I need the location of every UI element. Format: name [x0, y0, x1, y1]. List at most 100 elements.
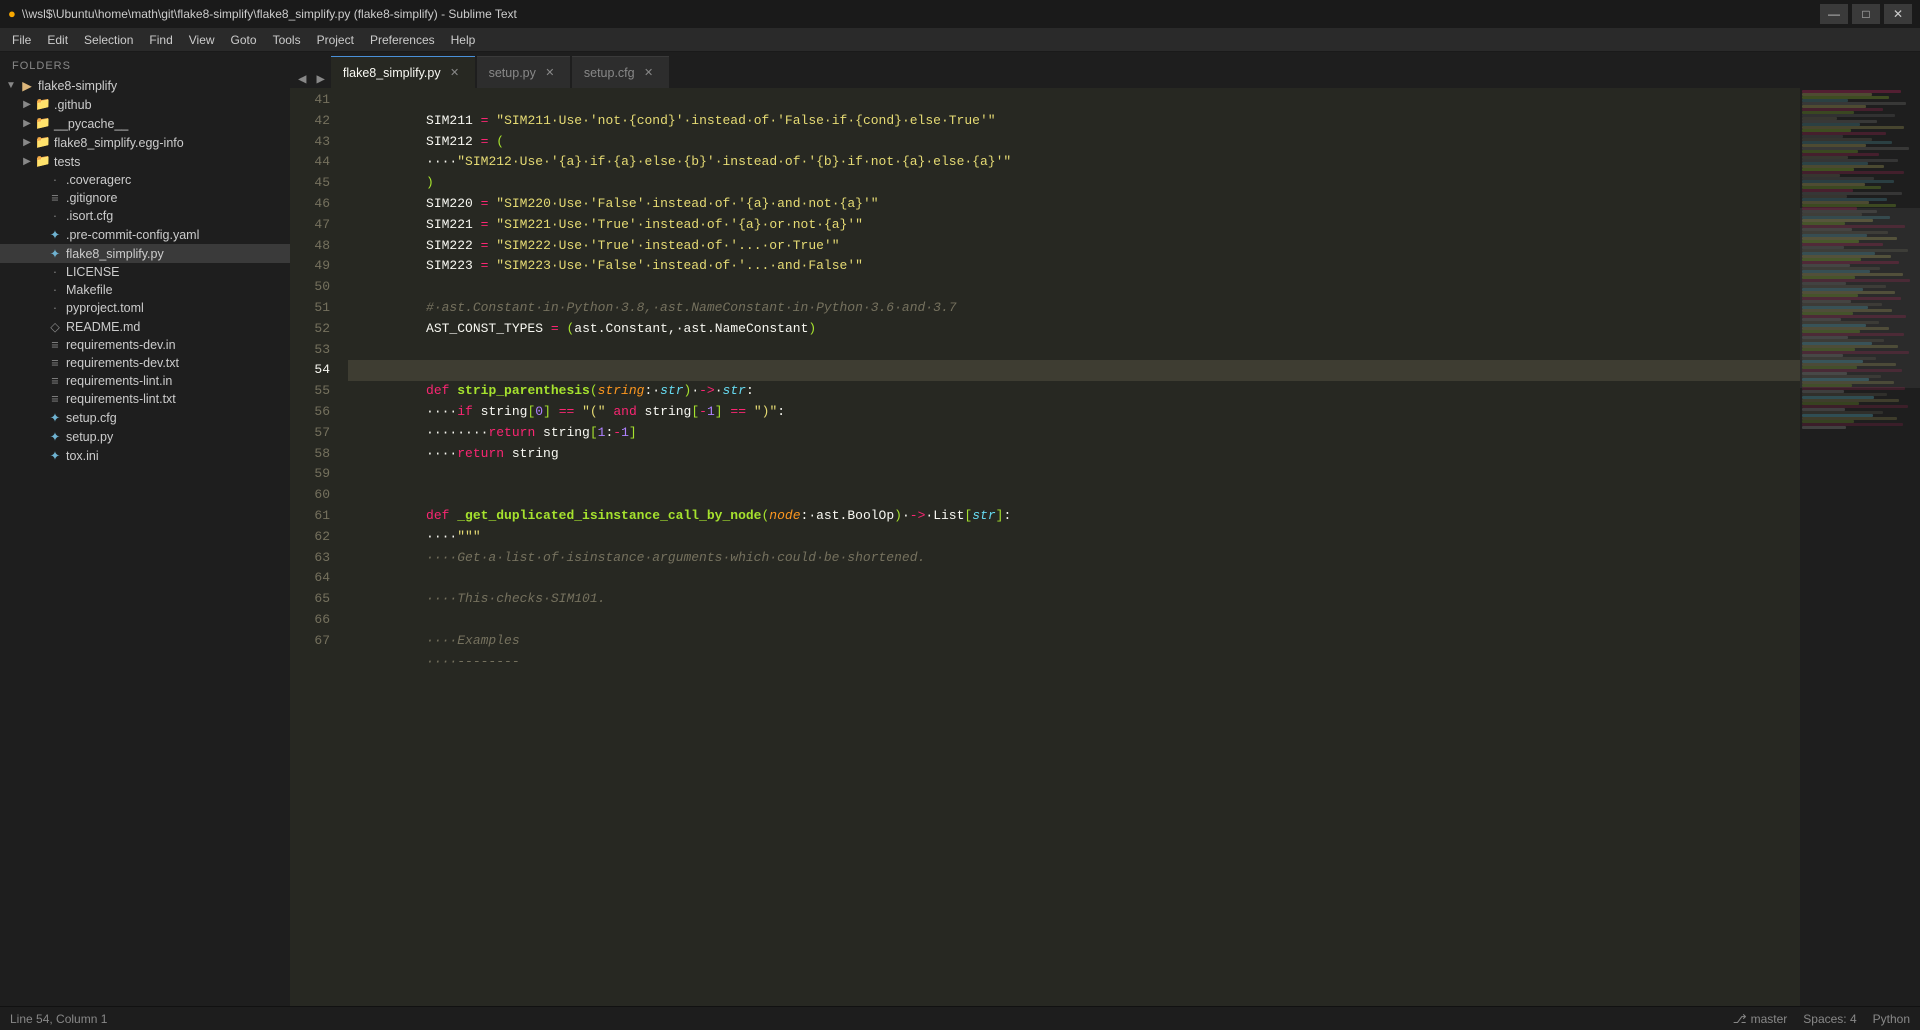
close-button[interactable]: ✕	[1884, 4, 1912, 24]
file-icon: ≡	[46, 338, 64, 352]
sidebar-item-label: pyproject.toml	[66, 301, 290, 315]
code-line-67: ····--------	[348, 631, 1800, 652]
sidebar-item-label: tests	[54, 155, 290, 169]
sidebar-item-label: setup.cfg	[66, 411, 290, 425]
file-icon: ✦	[46, 246, 64, 261]
sidebar-item-flake8-simplify[interactable]: ▼ ▶ flake8-simplify	[0, 76, 290, 95]
tab-setup-cfg[interactable]: setup.cfg ✕	[572, 56, 669, 88]
menu-tools[interactable]: Tools	[265, 31, 309, 49]
sidebar-item-label: .github	[54, 98, 290, 112]
code-line-41: SIM211 = "SIM211·Use·'not·{cond}'·instea…	[348, 90, 1800, 111]
code-line-54: def strip_parenthesis(string:·str)·->·st…	[348, 360, 1800, 381]
sidebar-item-label: tox.ini	[66, 449, 290, 463]
code-line-43: ····"SIM212·Use·'{a}·if·{a}·else·{b}'·in…	[348, 132, 1800, 153]
minimize-button[interactable]: —	[1820, 4, 1848, 24]
statusbar-line-col[interactable]: Line 54, Column 1	[10, 1012, 107, 1026]
main-area: FOLDERS ▼ ▶ flake8-simplify ▶ 📁 .github …	[0, 52, 1920, 1006]
sidebar-item-readme[interactable]: ◇ README.md	[0, 317, 290, 336]
maximize-button[interactable]: □	[1852, 4, 1880, 24]
sidebar-item-makefile[interactable]: · Makefile	[0, 281, 290, 299]
sidebar-item-coveragerc[interactable]: · .coveragerc	[0, 171, 290, 189]
code-line-58	[348, 444, 1800, 465]
statusbar-language[interactable]: Python	[1873, 1012, 1910, 1026]
sidebar-item-tests[interactable]: ▶ 📁 tests	[0, 152, 290, 171]
tab-nav-next[interactable]: ▶	[312, 71, 328, 88]
sidebar-item-label: requirements-dev.txt	[66, 356, 290, 370]
tab-label: setup.py	[489, 66, 536, 80]
menu-selection[interactable]: Selection	[76, 31, 141, 49]
line-num-66: 66	[290, 610, 330, 631]
minimap	[1800, 88, 1920, 1006]
sidebar-item-setup-cfg[interactable]: ✦ setup.cfg	[0, 408, 290, 427]
sidebar-item-req-lint[interactable]: ≡ requirements-lint.in	[0, 372, 290, 390]
sidebar-item-flake8simplify-py[interactable]: ✦ flake8_simplify.py	[0, 244, 290, 263]
line-num-54: 54	[290, 360, 330, 381]
tab-setup-py[interactable]: setup.py ✕	[477, 56, 570, 88]
file-icon: ≡	[46, 191, 64, 205]
sidebar-item-precommit[interactable]: ✦ .pre-commit-config.yaml	[0, 225, 290, 244]
line-num-42: 42	[290, 111, 330, 132]
sidebar-item-label: requirements-lint.in	[66, 374, 290, 388]
expand-arrow: ▶	[20, 118, 34, 129]
editor[interactable]: 41 42 43 44 45 46 47 48 49 50 51 52 53 5…	[290, 88, 1920, 1006]
line-num-47: 47	[290, 215, 330, 236]
code-line-60: def _get_duplicated_isinstance_call_by_n…	[348, 485, 1800, 506]
file-icon: ✦	[46, 410, 64, 425]
line-num-56: 56	[290, 402, 330, 423]
sidebar-item-label: setup.py	[66, 430, 290, 444]
sidebar-item-license[interactable]: · LICENSE	[0, 263, 290, 281]
sidebar-item-label: .coveragerc	[66, 173, 290, 187]
sidebar-item-label: .gitignore	[66, 191, 290, 205]
sidebar-item-req-dev-txt[interactable]: ≡ requirements-dev.txt	[0, 354, 290, 372]
menu-edit[interactable]: Edit	[39, 31, 76, 49]
file-icon: ✦	[46, 429, 64, 444]
menu-view[interactable]: View	[181, 31, 223, 49]
statusbar-spaces[interactable]: Spaces: 4	[1803, 1012, 1856, 1026]
menu-find[interactable]: Find	[141, 31, 180, 49]
tab-close-icon[interactable]: ✕	[542, 65, 558, 81]
sidebar-item-egg-info[interactable]: ▶ 📁 flake8_simplify.egg-info	[0, 133, 290, 152]
menu-help[interactable]: Help	[443, 31, 484, 49]
file-icon: ✦	[46, 448, 64, 463]
sidebar-item-label: flake8_simplify.py	[66, 247, 290, 261]
menubar: File Edit Selection Find View Goto Tools…	[0, 28, 1920, 52]
app-icon: ●	[8, 7, 16, 22]
code-area[interactable]: SIM211 = "SIM211·Use·'not·{cond}'·instea…	[338, 88, 1800, 1006]
titlebar-left: ● \\wsl$\Ubuntu\home\math\git\flake8-sim…	[8, 7, 517, 22]
statusbar-right: ⎇ master Spaces: 4 Python	[1733, 1012, 1910, 1026]
menu-preferences[interactable]: Preferences	[362, 31, 443, 49]
line-num-63: 63	[290, 548, 330, 569]
sidebar-item-setup-py[interactable]: ✦ setup.py	[0, 427, 290, 446]
line-num-62: 62	[290, 527, 330, 548]
tab-nav-prev[interactable]: ◀	[294, 71, 310, 88]
code-line-64: ····This·checks·SIM101.	[348, 568, 1800, 589]
menu-goto[interactable]: Goto	[223, 31, 265, 49]
file-icon: ·	[46, 301, 64, 315]
expand-arrow: ▶	[20, 137, 34, 148]
folder-icon: 📁	[34, 154, 52, 169]
sidebar-item-github[interactable]: ▶ 📁 .github	[0, 95, 290, 114]
file-icon: ≡	[46, 392, 64, 406]
statusbar-git-branch[interactable]: ⎇ master	[1733, 1012, 1788, 1026]
line-num-44: 44	[290, 152, 330, 173]
sidebar-item-gitignore[interactable]: ≡ .gitignore	[0, 189, 290, 207]
folder-icon: 📁	[34, 116, 52, 131]
sidebar-item-tox[interactable]: ✦ tox.ini	[0, 446, 290, 465]
sidebar-item-req-dev[interactable]: ≡ requirements-dev.in	[0, 336, 290, 354]
line-num-49: 49	[290, 256, 330, 277]
menu-project[interactable]: Project	[309, 31, 362, 49]
sidebar-item-pycache[interactable]: ▶ 📁 __pycache__	[0, 114, 290, 133]
tab-close-icon[interactable]: ✕	[641, 65, 657, 81]
statusbar-left: Line 54, Column 1	[10, 1012, 107, 1026]
tab-close-icon[interactable]: ✕	[447, 65, 463, 81]
sidebar-item-pyproject[interactable]: · pyproject.toml	[0, 299, 290, 317]
sidebar-item-req-lint-txt[interactable]: ≡ requirements-lint.txt	[0, 390, 290, 408]
line-num-48: 48	[290, 236, 330, 257]
git-icon: ⎇	[1733, 1012, 1747, 1026]
sidebar-item-label: requirements-dev.in	[66, 338, 290, 352]
tab-flake8-simplify[interactable]: flake8_simplify.py ✕	[331, 56, 475, 88]
sidebar-item-isort[interactable]: · .isort.cfg	[0, 207, 290, 225]
line-num-46: 46	[290, 194, 330, 215]
line-num-57: 57	[290, 423, 330, 444]
menu-file[interactable]: File	[4, 31, 39, 49]
